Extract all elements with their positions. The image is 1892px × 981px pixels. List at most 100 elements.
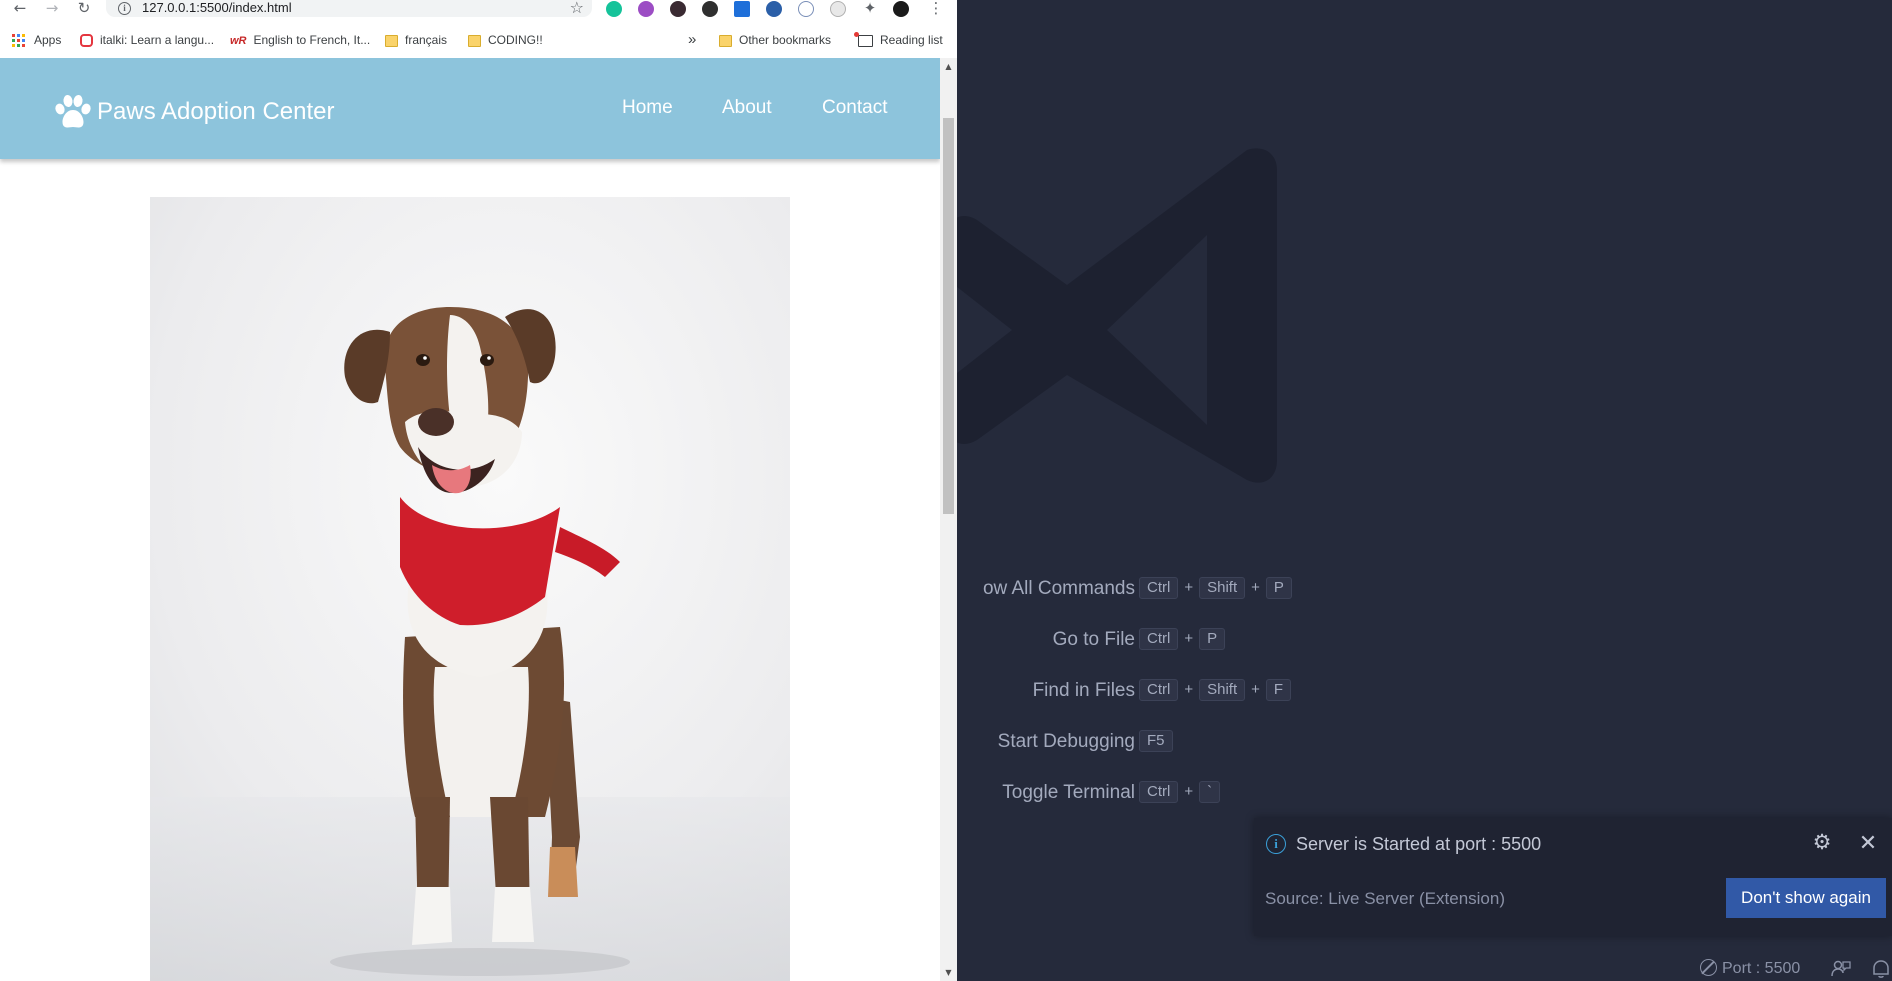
plus-sign: + xyxy=(1184,681,1194,698)
vscode-watermark-logo xyxy=(957,148,1277,483)
shortcut-label: Find in Files xyxy=(1032,680,1135,701)
bookmark-label: Other bookmarks xyxy=(739,33,832,47)
extension-icon[interactable] xyxy=(798,1,814,17)
page-viewport: Paws Adoption Center Home About Contact xyxy=(0,58,940,981)
italki-icon xyxy=(80,34,93,48)
shortcut-keys: Ctrl + P xyxy=(1139,628,1226,652)
gear-icon[interactable]: ⚙ xyxy=(1810,831,1834,855)
shortcut-label: Toggle Terminal xyxy=(1002,782,1135,803)
bookmark-label: CODING!! xyxy=(488,33,543,47)
status-bar: Port : 5500 xyxy=(957,956,1892,981)
back-arrow-icon[interactable]: ← xyxy=(10,0,30,17)
plus-sign: + xyxy=(1184,630,1194,647)
vscode-editor: ow All Commands Ctrl + Shift + P Go to File … xyxy=(957,0,1892,981)
forward-arrow-icon[interactable]: → xyxy=(42,0,62,17)
extension-icon[interactable] xyxy=(830,1,846,17)
port-status-label: Port : 5500 xyxy=(1722,960,1801,977)
shortcut-label: Go to File xyxy=(1052,629,1135,650)
bookmarks-bar: Apps italki: Learn a langu... wR English … xyxy=(0,26,957,54)
nav-link-home[interactable]: Home xyxy=(622,94,673,122)
shortcut-start-debugging: Start Debugging F5 xyxy=(957,727,1357,757)
key-cap: F xyxy=(1265,679,1292,701)
browser-toolbar: ← → ↻ i 127.0.0.1:5500/index.html ☆ ✦ ⋮ xyxy=(0,0,957,17)
folder-icon xyxy=(385,34,398,47)
reading-list-label: Reading list xyxy=(880,33,943,47)
shortcut-keys: Ctrl + Shift + P xyxy=(1139,577,1292,601)
bookmark-star-icon[interactable]: ☆ xyxy=(570,0,584,16)
key-cap: ` xyxy=(1199,781,1221,803)
wordreference-icon: wR xyxy=(230,34,247,47)
extension-icon[interactable] xyxy=(670,1,686,17)
shortcut-keys: Ctrl + ` xyxy=(1139,781,1221,805)
feedback-icon[interactable] xyxy=(1831,959,1851,979)
key-cap: F5 xyxy=(1139,730,1173,752)
dog-hero-image xyxy=(150,197,790,981)
plus-sign: + xyxy=(1251,579,1260,596)
grammarly-extension-icon[interactable] xyxy=(606,1,622,17)
shortcut-go-to-file: Go to File Ctrl + P xyxy=(957,625,1357,655)
plus-sign: + xyxy=(1251,681,1260,698)
shortcut-keys: F5 xyxy=(1139,730,1173,754)
site-header: Paws Adoption Center Home About Contact xyxy=(0,58,940,159)
info-icon: i xyxy=(1266,834,1286,854)
key-cap: Ctrl xyxy=(1139,577,1179,599)
extension-icon[interactable] xyxy=(638,1,654,17)
site-title: Paws Adoption Center xyxy=(97,98,335,125)
key-cap: P xyxy=(1265,577,1292,599)
key-cap: Ctrl xyxy=(1139,679,1179,701)
address-url[interactable]: 127.0.0.1:5500/index.html xyxy=(142,0,292,16)
key-cap: P xyxy=(1199,628,1226,650)
nav-link-contact[interactable]: Contact xyxy=(822,94,887,122)
dont-show-again-button[interactable]: Don't show again xyxy=(1726,878,1886,918)
live-server-notification: i Server is Started at port : 5500 ⚙ ✕ S… xyxy=(1254,818,1892,936)
reading-list-button[interactable]: Reading list xyxy=(854,30,943,50)
extension-icon[interactable] xyxy=(766,1,782,17)
key-cap: Ctrl xyxy=(1139,628,1179,650)
close-icon[interactable]: ✕ xyxy=(1858,831,1878,855)
notification-bell-icon[interactable] xyxy=(1870,959,1892,979)
scrollbar-thumb[interactable] xyxy=(943,118,954,514)
folder-icon xyxy=(719,34,732,47)
more-vert-icon[interactable]: ⋮ xyxy=(926,0,946,17)
bookmark-apps[interactable]: Apps xyxy=(12,30,61,50)
site-info-icon[interactable]: i xyxy=(118,2,131,15)
plus-sign: + xyxy=(1184,579,1194,596)
shortcut-toggle-terminal: Toggle Terminal Ctrl + ` xyxy=(957,778,1357,808)
nav-link-about[interactable]: About xyxy=(722,94,772,122)
paw-icon xyxy=(55,95,91,128)
browser-window: ← → ↻ i 127.0.0.1:5500/index.html ☆ ✦ ⋮ … xyxy=(0,0,957,981)
shortcut-find-in-files: Find in Files Ctrl + Shift + F xyxy=(957,676,1357,706)
scroll-up-arrow-icon[interactable]: ▲ xyxy=(940,58,957,75)
notification-message: Server is Started at port : 5500 xyxy=(1296,834,1542,854)
bookmark-italki[interactable]: italki: Learn a langu... xyxy=(80,30,214,50)
bookmark-wordreference[interactable]: wR English to French, It... xyxy=(230,30,370,50)
extension-icon[interactable] xyxy=(734,1,750,17)
page-scrollbar[interactable]: ▲ ▼ xyxy=(940,58,957,981)
bookmark-label: English to French, It... xyxy=(253,33,371,47)
shortcut-label: Start Debugging xyxy=(997,731,1135,752)
live-server-port-status[interactable]: Port : 5500 xyxy=(1700,958,1800,980)
plus-sign: + xyxy=(1184,783,1194,800)
notification-source: Source: Live Server (Extension) xyxy=(1265,889,1505,908)
scroll-down-arrow-icon[interactable]: ▼ xyxy=(940,964,957,981)
puzzle-extensions-icon[interactable]: ✦ xyxy=(860,0,880,17)
shortcut-keys: Ctrl + Shift + F xyxy=(1139,679,1292,703)
extension-icon[interactable] xyxy=(702,1,718,17)
bookmark-folder-francais[interactable]: français xyxy=(385,30,447,50)
bookmark-label: italki: Learn a langu... xyxy=(100,33,215,47)
apps-grid-icon xyxy=(12,33,26,48)
reload-icon[interactable]: ↻ xyxy=(74,0,94,17)
shortcut-show-all-commands: ow All Commands Ctrl + Shift + P xyxy=(957,574,1357,604)
address-bar[interactable]: i 127.0.0.1:5500/index.html ☆ xyxy=(106,0,592,17)
bookmark-label: français xyxy=(405,33,448,47)
profile-avatar[interactable] xyxy=(893,1,909,17)
bookmark-other-bookmarks[interactable]: Other bookmarks xyxy=(719,30,831,50)
reading-list-icon xyxy=(854,31,873,47)
bookmark-folder-coding[interactable]: CODING!! xyxy=(468,30,543,50)
key-cap: Shift xyxy=(1199,679,1246,701)
bookmarks-overflow-chevron-icon[interactable]: » xyxy=(688,30,696,50)
shortcut-label: ow All Commands xyxy=(982,578,1135,599)
key-cap: Ctrl xyxy=(1139,781,1179,803)
key-cap: Shift xyxy=(1199,577,1246,599)
folder-icon xyxy=(468,34,481,47)
